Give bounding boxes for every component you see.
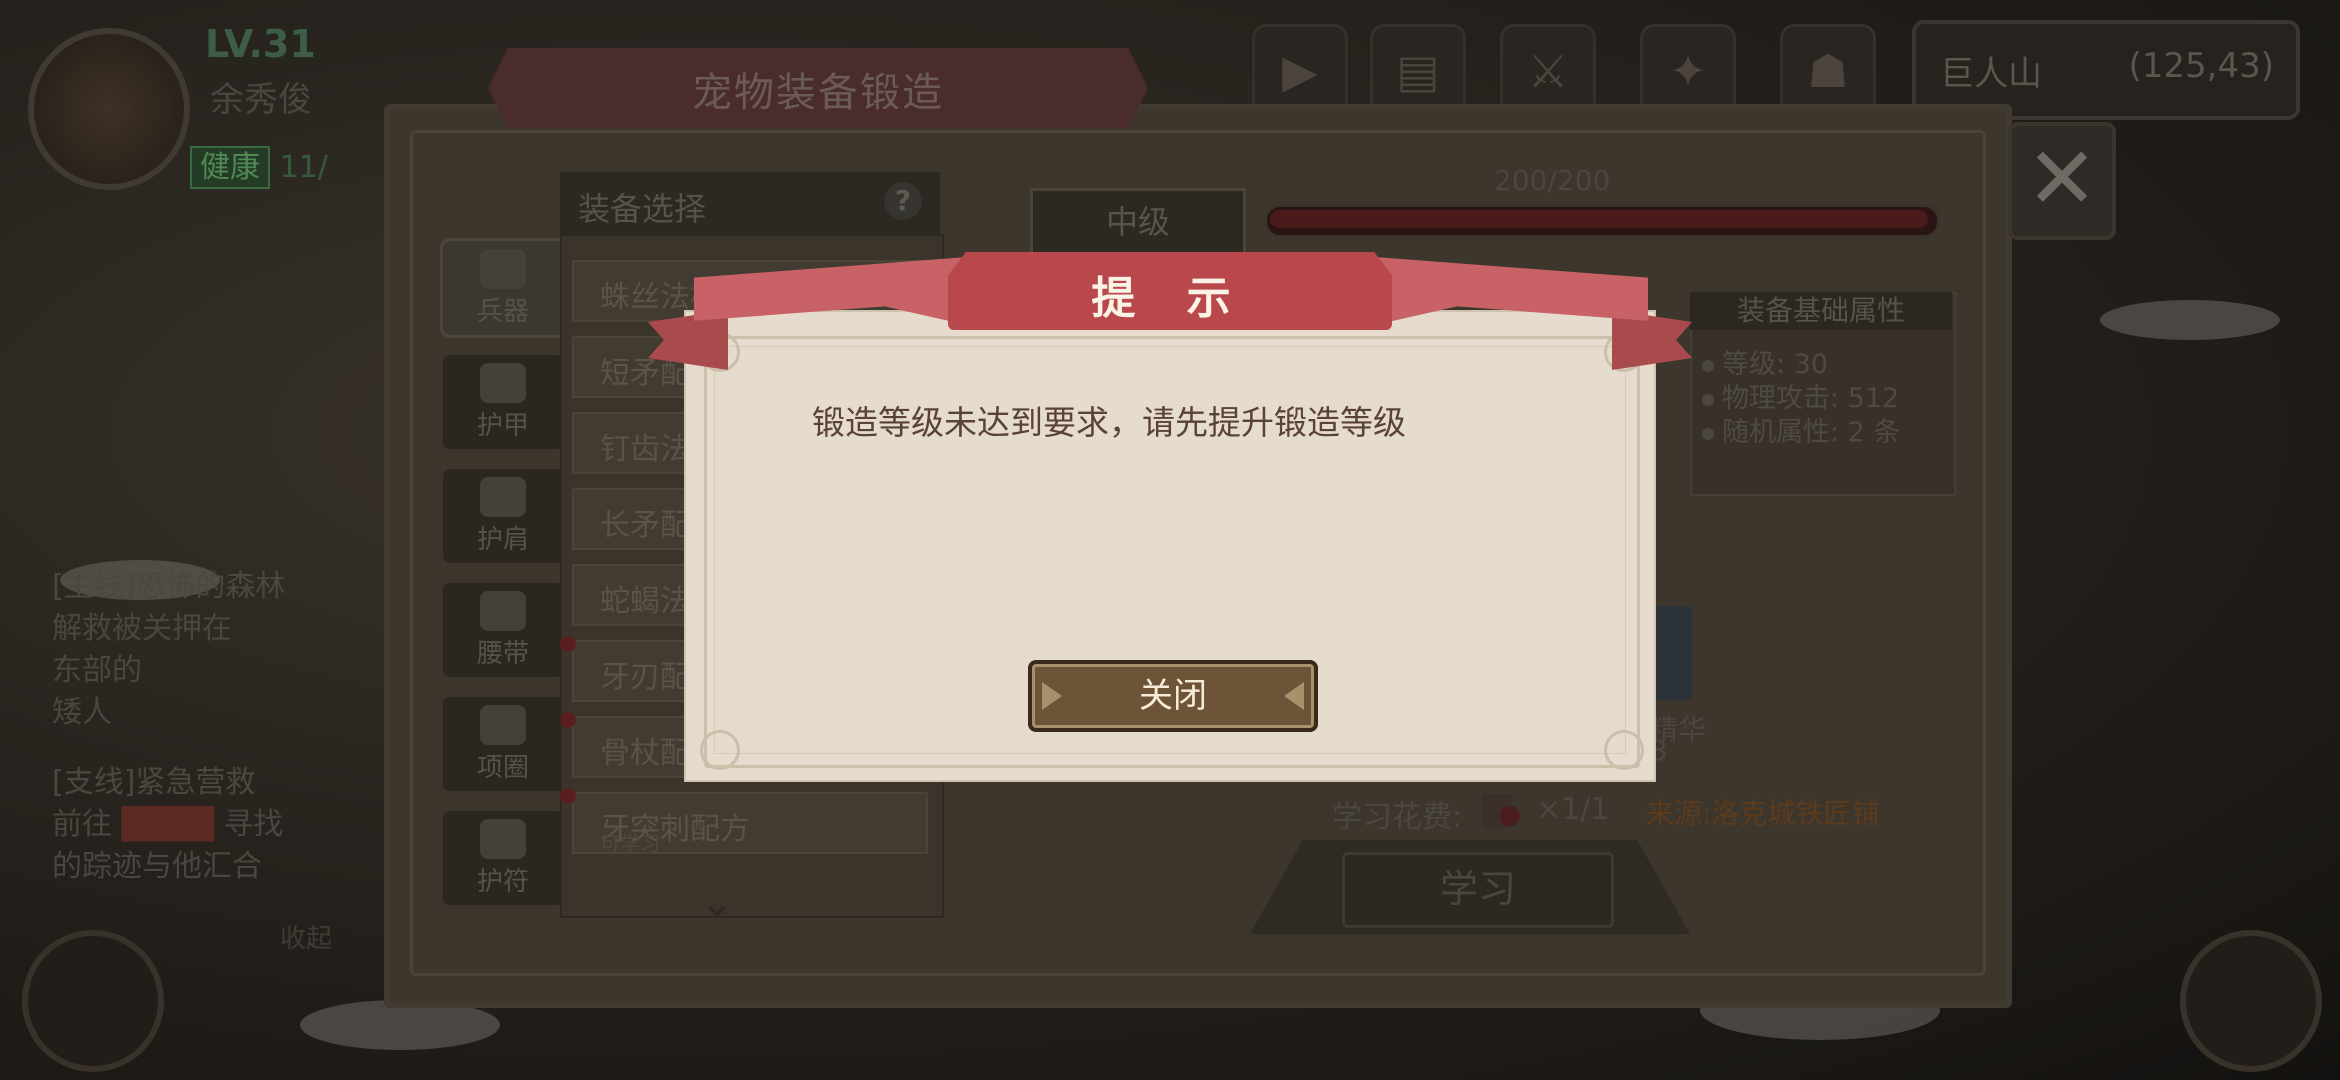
help-icon[interactable]: ? bbox=[884, 182, 922, 220]
armor-icon bbox=[480, 363, 526, 403]
tab-shoulder[interactable]: 护肩 bbox=[440, 466, 566, 566]
location-coords: (125,43) bbox=[2128, 46, 2275, 86]
main-quest-desc: 解救被关押在 东部的 矮人 bbox=[52, 611, 232, 730]
player-name: 余秀俊 bbox=[210, 80, 312, 120]
chevron-down-icon[interactable]: ⌄ bbox=[700, 880, 734, 926]
list-item[interactable]: 牙突刺配方 可学习 bbox=[572, 792, 928, 856]
forge-level-badge: 中级 bbox=[1030, 188, 1246, 258]
corner-ornament bbox=[700, 730, 740, 770]
collapse-toggle[interactable]: 收起 bbox=[280, 918, 332, 955]
tab-belt[interactable]: 腰带 bbox=[440, 580, 566, 680]
home-button[interactable] bbox=[2180, 930, 2322, 1072]
bottom-left-menu-button[interactable] bbox=[22, 930, 164, 1072]
collar-icon bbox=[480, 705, 526, 745]
material-icon[interactable] bbox=[1648, 606, 1692, 700]
player-level: LV.31 bbox=[205, 22, 316, 66]
forge-title: 宠物装备锻造 bbox=[692, 70, 944, 116]
player-avatar[interactable] bbox=[28, 28, 190, 190]
snow-patch bbox=[2100, 300, 2280, 340]
dialog-close-button[interactable]: 关闭 bbox=[1028, 660, 1318, 732]
corner-ornament bbox=[1604, 730, 1644, 770]
side-quest-title[interactable]: [支线]紧急营救 bbox=[52, 762, 382, 804]
sword-icon bbox=[480, 249, 526, 289]
forge-progress-fill bbox=[1270, 210, 1928, 228]
notification-dot bbox=[560, 788, 576, 804]
forge-progress-text: 200/200 bbox=[1494, 164, 1611, 197]
recipe-scroll-icon bbox=[1482, 794, 1520, 828]
equipment-list-header: 装备选择 ? bbox=[560, 172, 940, 234]
cost-label: 学习花费: bbox=[1332, 800, 1463, 835]
health-tag: 健康 bbox=[190, 146, 270, 189]
close-icon[interactable]: ✕ bbox=[2008, 122, 2116, 240]
tab-armor[interactable]: 护甲 bbox=[440, 352, 566, 452]
tab-weapon[interactable]: 兵器 bbox=[440, 238, 566, 338]
main-quest-title[interactable]: [主线]恐怖的森林 bbox=[52, 566, 382, 608]
notification-dot bbox=[560, 636, 576, 652]
shoulder-icon bbox=[480, 477, 526, 517]
health-status: 健康 11/ bbox=[190, 142, 328, 189]
belt-icon bbox=[480, 591, 526, 631]
side-quest-desc: 前往 ████ 寻找 的踪迹与他汇合 bbox=[52, 807, 284, 884]
amulet-icon bbox=[480, 819, 526, 859]
cost-quantity: ×1/1 bbox=[1536, 792, 1610, 827]
dialog-title: 提 示 bbox=[1091, 273, 1249, 324]
health-value: 11/ bbox=[279, 150, 328, 185]
tab-collar[interactable]: 项圈 bbox=[440, 694, 566, 794]
learn-button[interactable]: 学习 bbox=[1342, 852, 1614, 928]
location-name: 巨人山 bbox=[1940, 54, 2042, 94]
tab-amulet[interactable]: 护符 bbox=[440, 808, 566, 908]
recipe-source: 来源:洛克城铁匠铺 bbox=[1646, 797, 1880, 830]
attribute-random: 随机属性: 2 条 bbox=[1702, 410, 1900, 449]
attribute-header: 装备基础属性 bbox=[1690, 292, 1952, 330]
notification-dot bbox=[560, 712, 576, 728]
dialog-message: 锻造等级未达到要求，请先提升锻造等级 bbox=[812, 403, 1406, 442]
quest-tracker[interactable]: [主线]恐怖的森林 解救被关押在 东部的 矮人 [支线]紧急营救 前往 ████… bbox=[52, 566, 382, 888]
